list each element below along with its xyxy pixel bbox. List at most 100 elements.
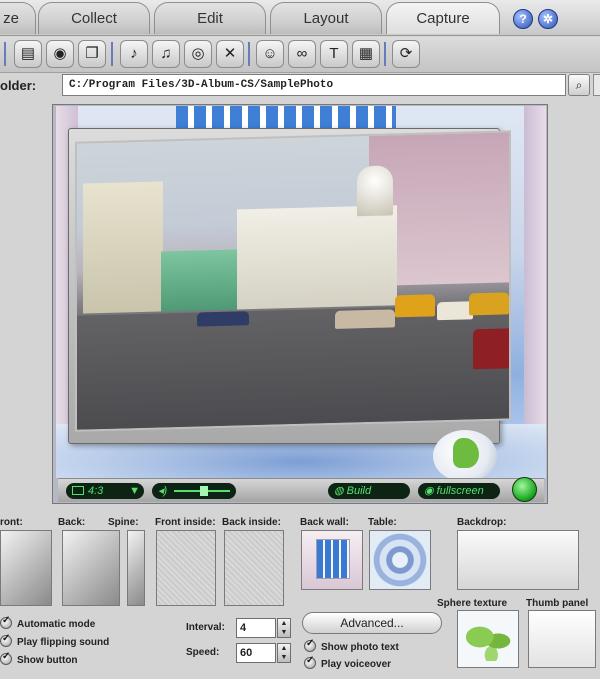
help-icon[interactable]: ? bbox=[513, 9, 533, 29]
add-photos-icon[interactable]: ◉ bbox=[46, 40, 74, 68]
globe-icon: ◍ bbox=[334, 485, 347, 497]
tab-organize-label: ze bbox=[3, 10, 19, 27]
sphere-texture-swatch[interactable] bbox=[457, 610, 519, 668]
tab-edit[interactable]: Edit bbox=[154, 2, 266, 34]
table-texture-swatch[interactable] bbox=[369, 530, 431, 590]
open-folder-icon[interactable]: ❐ bbox=[78, 40, 106, 68]
about-icon[interactable]: ✲ bbox=[538, 9, 558, 29]
automatic-mode-checkbox[interactable]: Automatic mode bbox=[0, 615, 96, 630]
room-window bbox=[176, 106, 396, 130]
backdrop-texture-swatch[interactable] bbox=[457, 530, 579, 590]
back-wall-texture-swatch[interactable] bbox=[301, 530, 363, 590]
extra-browse-button[interactable] bbox=[593, 74, 600, 96]
interval-input[interactable]: 4 bbox=[236, 618, 276, 638]
add-music-icon[interactable]: ♪ bbox=[120, 40, 148, 68]
photo-car bbox=[395, 294, 435, 318]
music-list-icon[interactable]: ♫ bbox=[152, 40, 180, 68]
back-texture-label: Back: bbox=[58, 517, 86, 528]
tab-organize[interactable]: ze bbox=[0, 2, 36, 34]
folder-label: older: bbox=[0, 78, 37, 93]
speed-input[interactable]: 60 bbox=[236, 643, 276, 663]
eye-icon: ◉ bbox=[424, 485, 437, 497]
photo-car bbox=[197, 311, 249, 327]
show-button-label: Show button bbox=[17, 655, 78, 666]
back-wall-texture-label: Back wall: bbox=[300, 517, 349, 528]
publish-icon[interactable]: ⟳ bbox=[392, 40, 420, 68]
play-voiceover-label: Play voiceover bbox=[321, 659, 392, 670]
spine-texture-swatch[interactable] bbox=[127, 530, 145, 606]
checkbox-icon bbox=[304, 655, 316, 669]
tab-layout-label: Layout bbox=[303, 10, 349, 27]
front-texture-swatch[interactable] bbox=[0, 530, 52, 606]
film-icon[interactable]: ▦ bbox=[352, 40, 380, 68]
album-page-photo[interactable] bbox=[75, 130, 511, 432]
checkbox-icon bbox=[0, 651, 12, 665]
photo-car bbox=[437, 301, 473, 321]
world-map-icon bbox=[466, 621, 512, 661]
show-button-checkbox[interactable]: Show button bbox=[0, 651, 78, 666]
photo-road bbox=[77, 304, 511, 432]
text-icon[interactable]: T bbox=[320, 40, 348, 68]
photo-car bbox=[335, 309, 395, 329]
front-texture-label: ront: bbox=[0, 517, 23, 528]
photo-car bbox=[469, 292, 509, 316]
photo-building-main bbox=[237, 205, 397, 310]
automatic-mode-label: Automatic mode bbox=[17, 619, 96, 630]
backdrop-texture-label: Backdrop: bbox=[457, 517, 507, 528]
back-wall-window bbox=[316, 539, 350, 579]
fullscreen-button[interactable]: ◉ fullscreen bbox=[418, 483, 500, 499]
front-inside-texture-label: Front inside: bbox=[155, 517, 216, 528]
cd-audio-icon[interactable]: ◎ bbox=[184, 40, 212, 68]
toolbar-separator bbox=[4, 42, 6, 66]
open-album-icon[interactable]: ▤ bbox=[14, 40, 42, 68]
table-texture-label: Table: bbox=[368, 517, 397, 528]
page-ratio-value: 4:3 bbox=[88, 485, 104, 497]
show-photo-text-checkbox[interactable]: Show photo text bbox=[304, 638, 399, 653]
photo-car bbox=[473, 328, 511, 370]
front-inside-texture-swatch[interactable] bbox=[156, 530, 216, 606]
room-wall-right bbox=[524, 106, 546, 478]
speed-slider[interactable]: ◂) bbox=[152, 483, 236, 499]
globe-land bbox=[453, 438, 479, 468]
link-icon[interactable]: ∞ bbox=[288, 40, 316, 68]
slider-thumb[interactable] bbox=[200, 486, 208, 496]
advanced-button[interactable]: Advanced... bbox=[302, 612, 442, 634]
speed-label: Speed: bbox=[186, 647, 220, 658]
play-voiceover-checkbox[interactable]: Play voiceover bbox=[304, 655, 392, 670]
user-icon[interactable]: ☺ bbox=[256, 40, 284, 68]
checkbox-icon bbox=[0, 633, 12, 647]
tab-capture[interactable]: Capture bbox=[386, 2, 500, 34]
folder-path-field[interactable]: C:/Program Files/3D-Album-CS/SamplePhoto bbox=[62, 74, 566, 96]
page-ratio-select[interactable]: 4:3 ▼ bbox=[66, 483, 144, 499]
play-flipping-sound-label: Play flipping sound bbox=[17, 637, 110, 648]
interval-label: Interval: bbox=[186, 622, 225, 633]
checkbox-icon bbox=[304, 638, 316, 652]
browse-folder-button[interactable]: ⌕ bbox=[568, 74, 590, 96]
back-texture-swatch[interactable] bbox=[62, 530, 120, 606]
tab-edit-label: Edit bbox=[197, 10, 223, 27]
remove-music-icon[interactable]: ✕ bbox=[216, 40, 244, 68]
photo-building-green bbox=[161, 249, 241, 312]
build-button[interactable]: ◍ Build bbox=[328, 483, 410, 499]
toolbar-separator bbox=[248, 42, 250, 66]
search-icon: ⌕ bbox=[575, 78, 583, 92]
show-photo-text-label: Show photo text bbox=[321, 642, 399, 653]
sphere-globe-icon[interactable] bbox=[433, 430, 497, 482]
tab-layout[interactable]: Layout bbox=[270, 2, 382, 34]
spine-texture-label: Spine: bbox=[108, 517, 139, 528]
volume-icon: ◂) bbox=[158, 485, 168, 497]
speed-spinner[interactable]: ▲ ▼ bbox=[277, 643, 291, 663]
thumb-panel-swatch[interactable] bbox=[528, 610, 596, 668]
tab-collect[interactable]: Collect bbox=[38, 2, 150, 34]
back-inside-texture-swatch[interactable] bbox=[224, 530, 284, 606]
play-flipping-sound-checkbox[interactable]: Play flipping sound bbox=[0, 633, 110, 648]
play-button[interactable] bbox=[512, 477, 537, 502]
thumb-panel-label: Thumb panel bbox=[526, 598, 589, 609]
toolbar-separator bbox=[384, 42, 386, 66]
build-label: Build bbox=[346, 485, 372, 497]
back-inside-texture-label: Back inside: bbox=[222, 517, 281, 528]
photo-building-left bbox=[83, 181, 163, 314]
sphere-texture-label: Sphere texture bbox=[437, 598, 508, 609]
tab-capture-label: Capture bbox=[416, 10, 470, 27]
interval-spinner[interactable]: ▲ ▼ bbox=[277, 618, 291, 638]
